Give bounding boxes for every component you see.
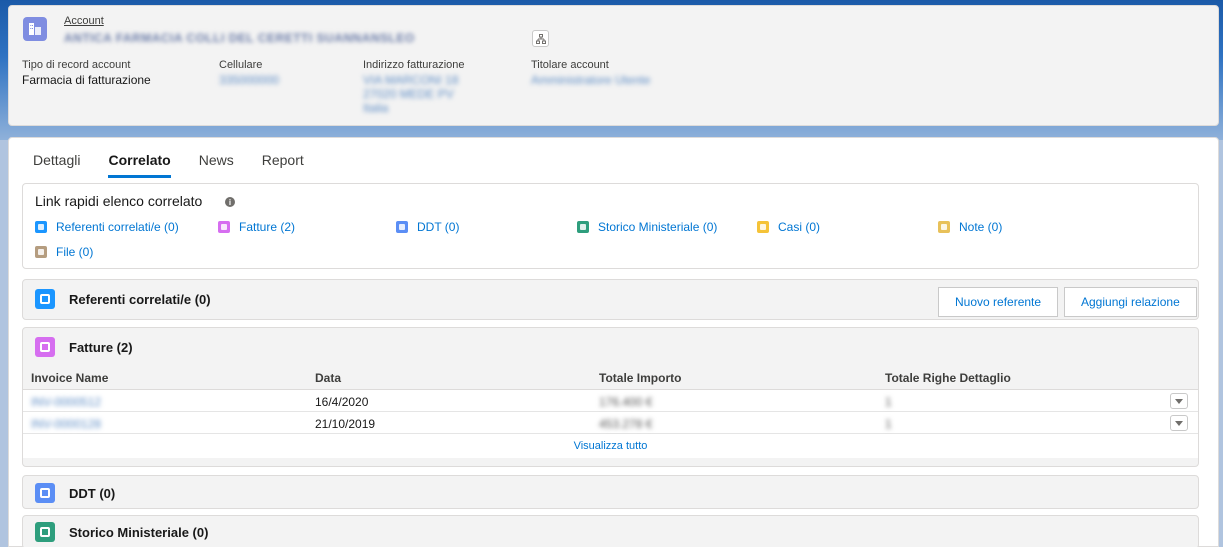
invoice-line-count: 1 [885, 417, 892, 431]
history-icon [35, 522, 55, 542]
field-label: Titolare account [531, 59, 609, 71]
quick-link-fatture[interactable]: Fatture (2) [218, 220, 295, 234]
table-header: Invoice Name Data Totale Importo Totale … [23, 368, 1198, 390]
entity-label: Account [64, 15, 104, 27]
account-icon [23, 17, 47, 41]
field-value[interactable]: 335000000 [219, 73, 279, 87]
quick-links-title: Link rapidi elenco correlato [35, 193, 203, 209]
column-header[interactable]: Totale Importo [599, 371, 681, 385]
related-list-title[interactable]: DDT (0) [69, 486, 115, 501]
ddt-icon [35, 483, 55, 503]
related-list-header: Fatture (2) [35, 337, 133, 357]
table-row: INV-0000512 16/4/2020 176.400 € 1 [23, 390, 1198, 412]
quick-link-referenti[interactable]: Referenti correlati/e (0) [35, 220, 179, 234]
field-record-type: Tipo di record account Farmacia di fattu… [22, 59, 151, 87]
related-list-header: Referenti correlati/e (0) [35, 289, 211, 309]
address-line[interactable]: 27020 MEDE PV [363, 87, 465, 101]
row-actions-chevron-icon[interactable] [1170, 393, 1188, 409]
quick-link-ddt[interactable]: DDT (0) [396, 220, 459, 234]
info-icon[interactable]: i [225, 197, 235, 207]
invoice-date: 16/4/2020 [315, 395, 369, 409]
tab-dettagli[interactable]: Dettagli [33, 152, 80, 178]
record-highlights-panel: Account ANTICA FARMACIA COLLI DEL CERETT… [8, 5, 1219, 126]
field-mobile: Cellulare 335000000 [219, 59, 279, 87]
address-line[interactable]: Italia [363, 101, 465, 115]
invoice-table: Invoice Name Data Totale Importo Totale … [23, 368, 1198, 458]
quick-link-label: Note (0) [959, 220, 1003, 234]
related-list-header: Storico Ministeriale (0) [35, 522, 208, 542]
related-card: Dettagli Correlato News Report Link rapi… [8, 137, 1219, 547]
tab-report[interactable]: Report [262, 152, 304, 178]
invoice-icon [35, 337, 55, 357]
field-label: Indirizzo fatturazione [363, 59, 465, 71]
related-list-title[interactable]: Fatture (2) [69, 340, 133, 355]
related-list-header: DDT (0) [35, 483, 115, 503]
quick-link-label: Storico Ministeriale (0) [598, 220, 718, 234]
quick-link-file[interactable]: File (0) [35, 245, 93, 259]
file-icon [35, 246, 47, 258]
quick-link-label: Casi (0) [778, 220, 821, 234]
invoice-icon [218, 221, 230, 233]
related-list-title[interactable]: Storico Ministeriale (0) [69, 525, 208, 540]
related-list-ddt: DDT (0) [22, 475, 1199, 509]
invoice-name-link[interactable]: INV-0000512 [31, 395, 101, 409]
column-header[interactable]: Invoice Name [31, 371, 108, 385]
history-icon [577, 221, 589, 233]
column-header[interactable]: Data [315, 371, 341, 385]
invoice-line-count: 1 [885, 395, 892, 409]
note-icon [938, 221, 950, 233]
contacts-icon [35, 289, 55, 309]
quick-link-label: Fatture (2) [239, 220, 296, 234]
quick-links-panel: Link rapidi elenco correlato i Referenti… [22, 183, 1199, 269]
invoice-date: 21/10/2019 [315, 417, 376, 431]
invoice-total: 453.278 € [599, 417, 653, 431]
quick-link-label: Referenti correlati/e (0) [56, 220, 179, 234]
invoice-total: 176.400 € [599, 395, 653, 409]
new-contact-button[interactable]: Nuovo referente [938, 287, 1059, 317]
field-value: Farmacia di fatturazione [22, 73, 151, 87]
contacts-icon [35, 221, 47, 233]
account-name: ANTICA FARMACIA COLLI DEL CERETTI SUANNA… [64, 31, 415, 45]
field-label: Tipo di record account [22, 59, 131, 71]
quick-link-storico[interactable]: Storico Ministeriale (0) [577, 220, 717, 234]
related-list-storico: Storico Ministeriale (0) [22, 515, 1199, 547]
quick-link-casi[interactable]: Casi (0) [757, 220, 820, 234]
case-icon [757, 221, 769, 233]
tab-correlato[interactable]: Correlato [108, 152, 171, 178]
hierarchy-icon[interactable] [532, 30, 549, 47]
add-relation-button[interactable]: Aggiungi relazione [1064, 287, 1197, 317]
related-list-title[interactable]: Referenti correlati/e (0) [69, 292, 211, 307]
related-list-fatture: Fatture (2) Invoice Name Data Totale Imp… [22, 327, 1199, 467]
record-tabs: Dettagli Correlato News Report [33, 152, 332, 178]
ddt-icon [396, 221, 408, 233]
invoice-name-link[interactable]: INV-0000128 [31, 417, 101, 431]
field-account-owner: Titolare account Amministratore Utente [531, 59, 650, 87]
related-list-referenti: Referenti correlati/e (0) Nuovo referent… [22, 279, 1199, 320]
row-actions-chevron-icon[interactable] [1170, 415, 1188, 431]
field-billing-address: Indirizzo fatturazione VIA MARCONI 18 27… [363, 59, 465, 115]
column-header[interactable]: Totale Righe Dettaglio [885, 371, 1011, 385]
field-value[interactable]: Amministratore Utente [531, 73, 650, 87]
quick-link-label: File (0) [56, 245, 94, 259]
table-row: INV-0000128 21/10/2019 453.278 € 1 [23, 412, 1198, 434]
quick-link-note[interactable]: Note (0) [938, 220, 1002, 234]
field-label: Cellulare [219, 59, 263, 71]
quick-link-label: DDT (0) [417, 220, 460, 234]
tab-news[interactable]: News [199, 152, 234, 178]
address-line[interactable]: VIA MARCONI 18 [363, 73, 465, 87]
view-all-link[interactable]: Visualizza tutto [23, 434, 1198, 458]
